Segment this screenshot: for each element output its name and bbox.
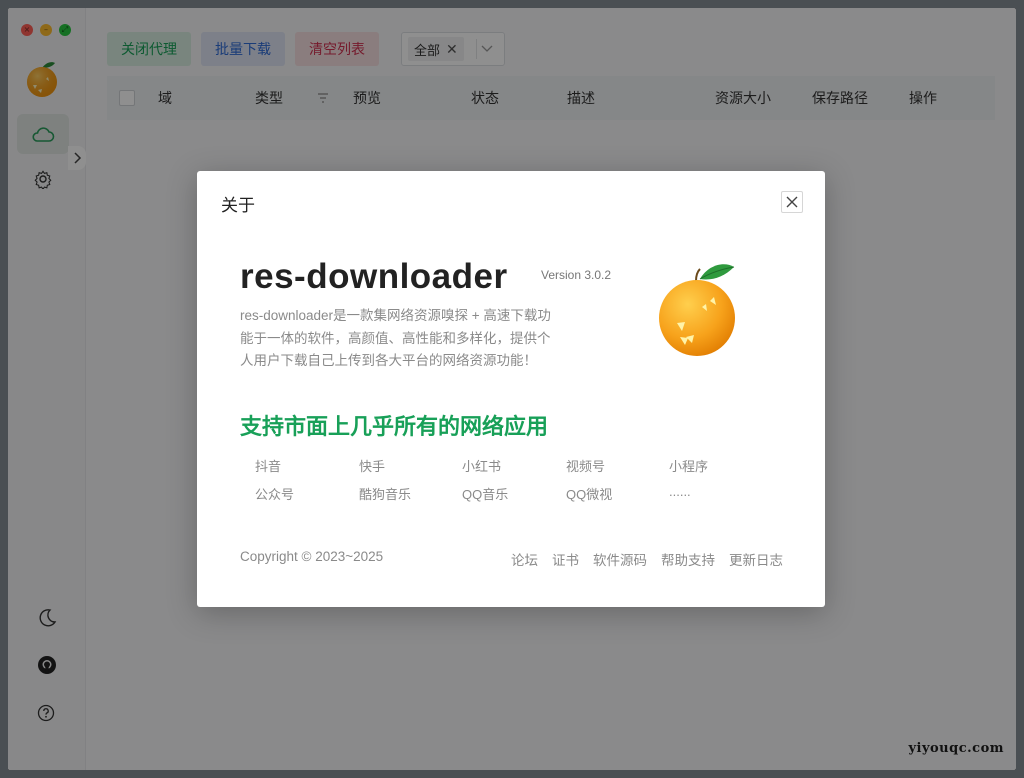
- link-forum[interactable]: 论坛: [511, 549, 538, 569]
- supported-app: ......: [669, 484, 691, 499]
- orange-logo-icon: [652, 261, 742, 361]
- dialog-close-button[interactable]: [781, 191, 803, 213]
- supported-app: 公众号: [255, 484, 294, 503]
- supported-app: QQ音乐: [462, 484, 508, 503]
- close-icon: [786, 196, 798, 208]
- copyright: Copyright © 2023~2025: [240, 549, 383, 564]
- supported-app: QQ微视: [566, 484, 612, 503]
- link-help-support[interactable]: 帮助支持: [661, 549, 715, 569]
- supported-app: 视频号: [566, 456, 605, 475]
- about-dialog: 关于 res-downloader Version 3.0.2 res-down…: [197, 171, 825, 607]
- app-description: res-downloader是一款集网络资源嗅探 + 高速下载功能于一体的软件，…: [240, 305, 558, 373]
- supported-app: 快手: [359, 456, 385, 475]
- app-name: res-downloader: [240, 257, 508, 297]
- supported-app: 小红书: [462, 456, 501, 475]
- footer-links: 论坛 证书 软件源码 帮助支持 更新日志: [511, 549, 783, 569]
- watermark: yiyouqc.com: [908, 741, 1004, 756]
- app-version: Version 3.0.2: [541, 268, 611, 282]
- supported-app: 抖音: [255, 456, 281, 475]
- dialog-title: 关于: [221, 191, 255, 216]
- supported-app: 小程序: [669, 456, 708, 475]
- link-changelog[interactable]: 更新日志: [729, 549, 783, 569]
- link-source-code[interactable]: 软件源码: [593, 549, 647, 569]
- slogan: 支持市面上几乎所有的网络应用: [240, 409, 548, 441]
- supported-app: 酷狗音乐: [359, 484, 411, 503]
- link-certificate[interactable]: 证书: [552, 549, 579, 569]
